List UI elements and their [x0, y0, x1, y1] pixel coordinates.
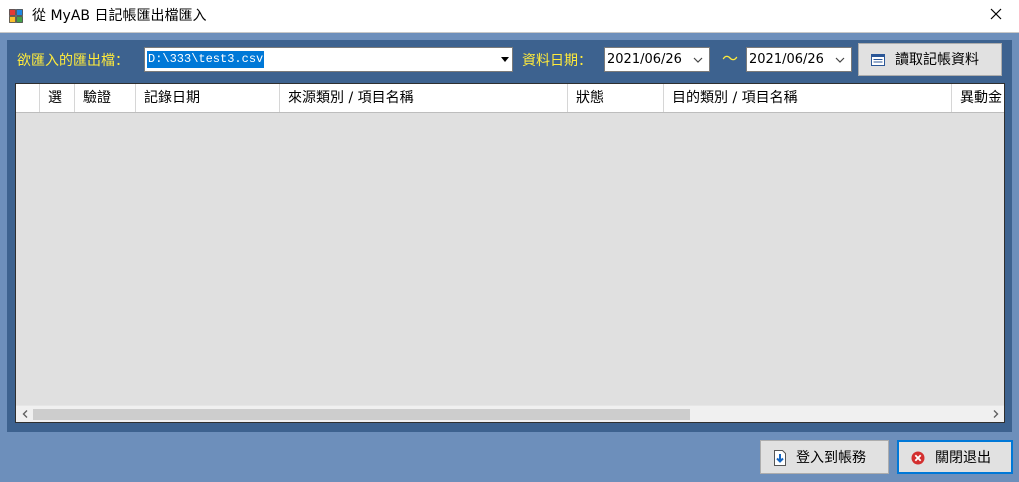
red-x-circle-icon	[911, 451, 925, 465]
date-from-value: 2021/06/26	[607, 52, 682, 67]
column-header-target[interactable]: 目的類別 / 項目名稱	[664, 84, 952, 112]
column-header-source[interactable]: 來源類別 / 項目名稱	[280, 84, 568, 112]
document-import-icon	[773, 450, 787, 466]
read-records-label: 讀取記帳資料	[895, 52, 979, 68]
import-to-accounts-button[interactable]: 登入到帳務	[760, 440, 889, 474]
column-header-select[interactable]: 選	[40, 84, 75, 112]
close-exit-label: 關閉退出	[935, 450, 991, 466]
dropdown-arrow-icon[interactable]	[501, 57, 509, 62]
row-header-corner[interactable]	[16, 84, 40, 112]
file-combobox[interactable]: D:\333\test3.csv	[144, 47, 513, 72]
records-grid[interactable]: 選 驗證 記錄日期 來源類別 / 項目名稱 狀態 目的類別 / 項目名稱 異動金	[15, 83, 1005, 423]
app-grid-icon	[9, 9, 23, 23]
date-range-separator: ～	[722, 49, 739, 68]
scroll-left-button[interactable]	[16, 406, 33, 422]
window-title: 從 MyAB 日記帳匯出檔匯入	[32, 8, 207, 24]
date-to-value: 2021/06/26	[749, 52, 824, 67]
read-records-button[interactable]: 讀取記帳資料	[858, 43, 1002, 76]
chevron-down-icon[interactable]	[693, 54, 703, 64]
close-icon	[990, 8, 1002, 24]
chevron-right-icon	[993, 407, 999, 422]
chevron-down-icon[interactable]	[835, 54, 845, 64]
title-bar: 從 MyAB 日記帳匯出檔匯入	[0, 0, 1019, 33]
window-close-button[interactable]	[973, 0, 1019, 32]
grid-header: 選 驗證 記錄日期 來源類別 / 項目名稱 狀態 目的類別 / 項目名稱 異動金	[16, 84, 1004, 113]
close-exit-button[interactable]: 關閉退出	[897, 440, 1013, 474]
column-header-amount[interactable]: 異動金	[952, 84, 1004, 112]
column-header-status[interactable]: 狀態	[568, 84, 664, 112]
scroll-right-button[interactable]	[987, 406, 1004, 422]
file-label: 欲匯入的匯出檔：	[17, 53, 129, 69]
file-path-value[interactable]: D:\333\test3.csv	[147, 51, 265, 68]
chevron-left-icon	[22, 407, 28, 422]
column-header-verify[interactable]: 驗證	[75, 84, 136, 112]
main-panel: 欲匯入的匯出檔： D:\333\test3.csv 資料日期： 2021/06/…	[7, 40, 1012, 432]
date-to-picker[interactable]: 2021/06/26	[746, 47, 852, 72]
date-label: 資料日期：	[522, 53, 592, 69]
scroll-thumb[interactable]	[33, 409, 690, 420]
horizontal-scrollbar[interactable]	[16, 405, 1004, 422]
table-list-icon	[871, 54, 885, 66]
column-header-record-date[interactable]: 記錄日期	[136, 84, 280, 112]
import-to-accounts-label: 登入到帳務	[796, 450, 866, 466]
date-from-picker[interactable]: 2021/06/26	[604, 47, 710, 72]
